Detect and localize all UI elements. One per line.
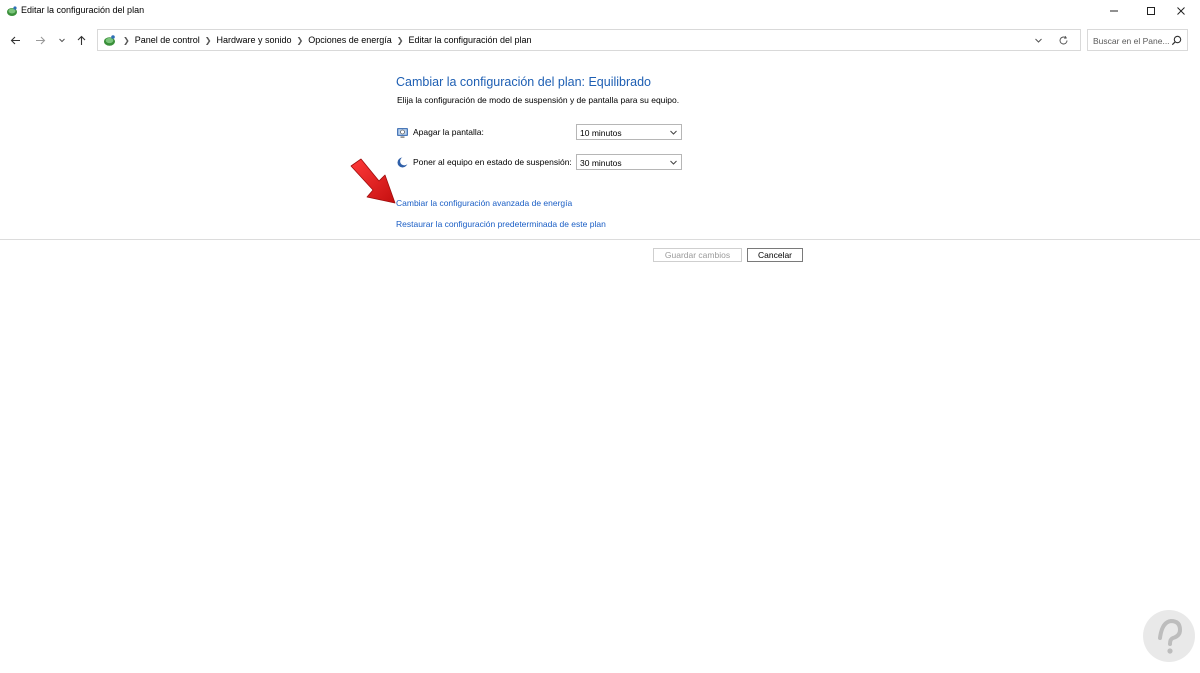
window-title: Editar la configuración del plan <box>21 5 145 15</box>
moon-icon <box>397 157 409 168</box>
address-bar[interactable]: ❯ Panel de control ❯ Hardware y sonido ❯… <box>97 29 1081 51</box>
recent-locations-button[interactable] <box>55 33 69 47</box>
breadcrumb-item-editar-plan[interactable]: Editar la configuración del plan <box>408 35 531 45</box>
minimize-button[interactable] <box>1095 0 1133 22</box>
breadcrumb-item-panel-de-control[interactable]: Panel de control <box>135 35 200 45</box>
chevron-right-icon[interactable]: ❯ <box>205 36 212 45</box>
cancel-button[interactable]: Cancelar <box>747 248 803 262</box>
breadcrumb-item-opciones-de-energia[interactable]: Opciones de energía <box>308 35 392 45</box>
breadcrumb-item-hardware-y-sonido[interactable]: Hardware y sonido <box>216 35 291 45</box>
chevron-down-icon <box>670 130 677 135</box>
annotation-arrow-icon <box>350 158 396 204</box>
back-button[interactable] <box>8 33 22 47</box>
page-title: Cambiar la configuración del plan: Equil… <box>396 75 652 89</box>
search-icon <box>1171 35 1182 46</box>
sleep-label: Poner al equipo en estado de suspensión: <box>413 157 572 167</box>
chevron-down-icon <box>670 160 677 165</box>
arrow-right-icon <box>35 36 45 44</box>
setting-row-display: Apagar la pantalla: 10 minutos <box>396 124 686 142</box>
close-icon <box>1177 7 1185 15</box>
save-changes-button[interactable]: Guardar cambios <box>653 248 742 262</box>
watermark-logo-icon <box>1143 610 1195 662</box>
advanced-power-settings-link[interactable]: Cambiar la configuración avanzada de ene… <box>396 198 572 208</box>
setting-row-sleep: Poner al equipo en estado de suspensión:… <box>396 154 686 172</box>
sleep-select[interactable]: 30 minutos <box>576 154 682 170</box>
search-input[interactable]: Buscar en el Pane... <box>1087 29 1188 51</box>
title-bar: Editar la configuración del plan <box>0 0 1200 22</box>
power-options-icon <box>7 6 17 16</box>
up-button[interactable] <box>74 33 88 47</box>
chevron-right-icon: ❯ <box>123 35 130 45</box>
page-subtitle: Elija la configuración de modo de suspen… <box>397 95 680 105</box>
chevron-down-icon <box>1034 38 1042 43</box>
divider <box>0 239 1200 240</box>
chevron-down-icon <box>59 38 65 43</box>
address-history-button[interactable] <box>1032 34 1044 46</box>
sleep-value: 30 minutos <box>580 158 622 168</box>
control-panel-icon <box>104 35 115 46</box>
forward-button[interactable] <box>33 33 47 47</box>
close-button[interactable] <box>1162 0 1200 22</box>
refresh-button[interactable] <box>1056 33 1070 47</box>
minimize-icon <box>1110 10 1118 12</box>
refresh-icon <box>1059 35 1067 44</box>
maximize-icon <box>1147 7 1155 15</box>
display-off-value: 10 minutos <box>580 128 622 138</box>
display-off-label: Apagar la pantalla: <box>413 127 484 137</box>
chevron-right-icon[interactable]: ❯ <box>397 36 404 45</box>
search-placeholder: Buscar en el Pane... <box>1093 36 1170 46</box>
arrow-left-icon <box>10 36 20 44</box>
navigation-bar: ❯ Panel de control ❯ Hardware y sonido ❯… <box>0 29 1200 53</box>
chevron-right-icon[interactable]: ❯ <box>297 36 304 45</box>
monitor-icon <box>397 128 408 138</box>
breadcrumb: ❯ Panel de control ❯ Hardware y sonido ❯… <box>118 35 532 45</box>
restore-defaults-link[interactable]: Restaurar la configuración predeterminad… <box>396 219 606 229</box>
arrow-up-icon <box>77 35 85 45</box>
display-off-select[interactable]: 10 minutos <box>576 124 682 140</box>
